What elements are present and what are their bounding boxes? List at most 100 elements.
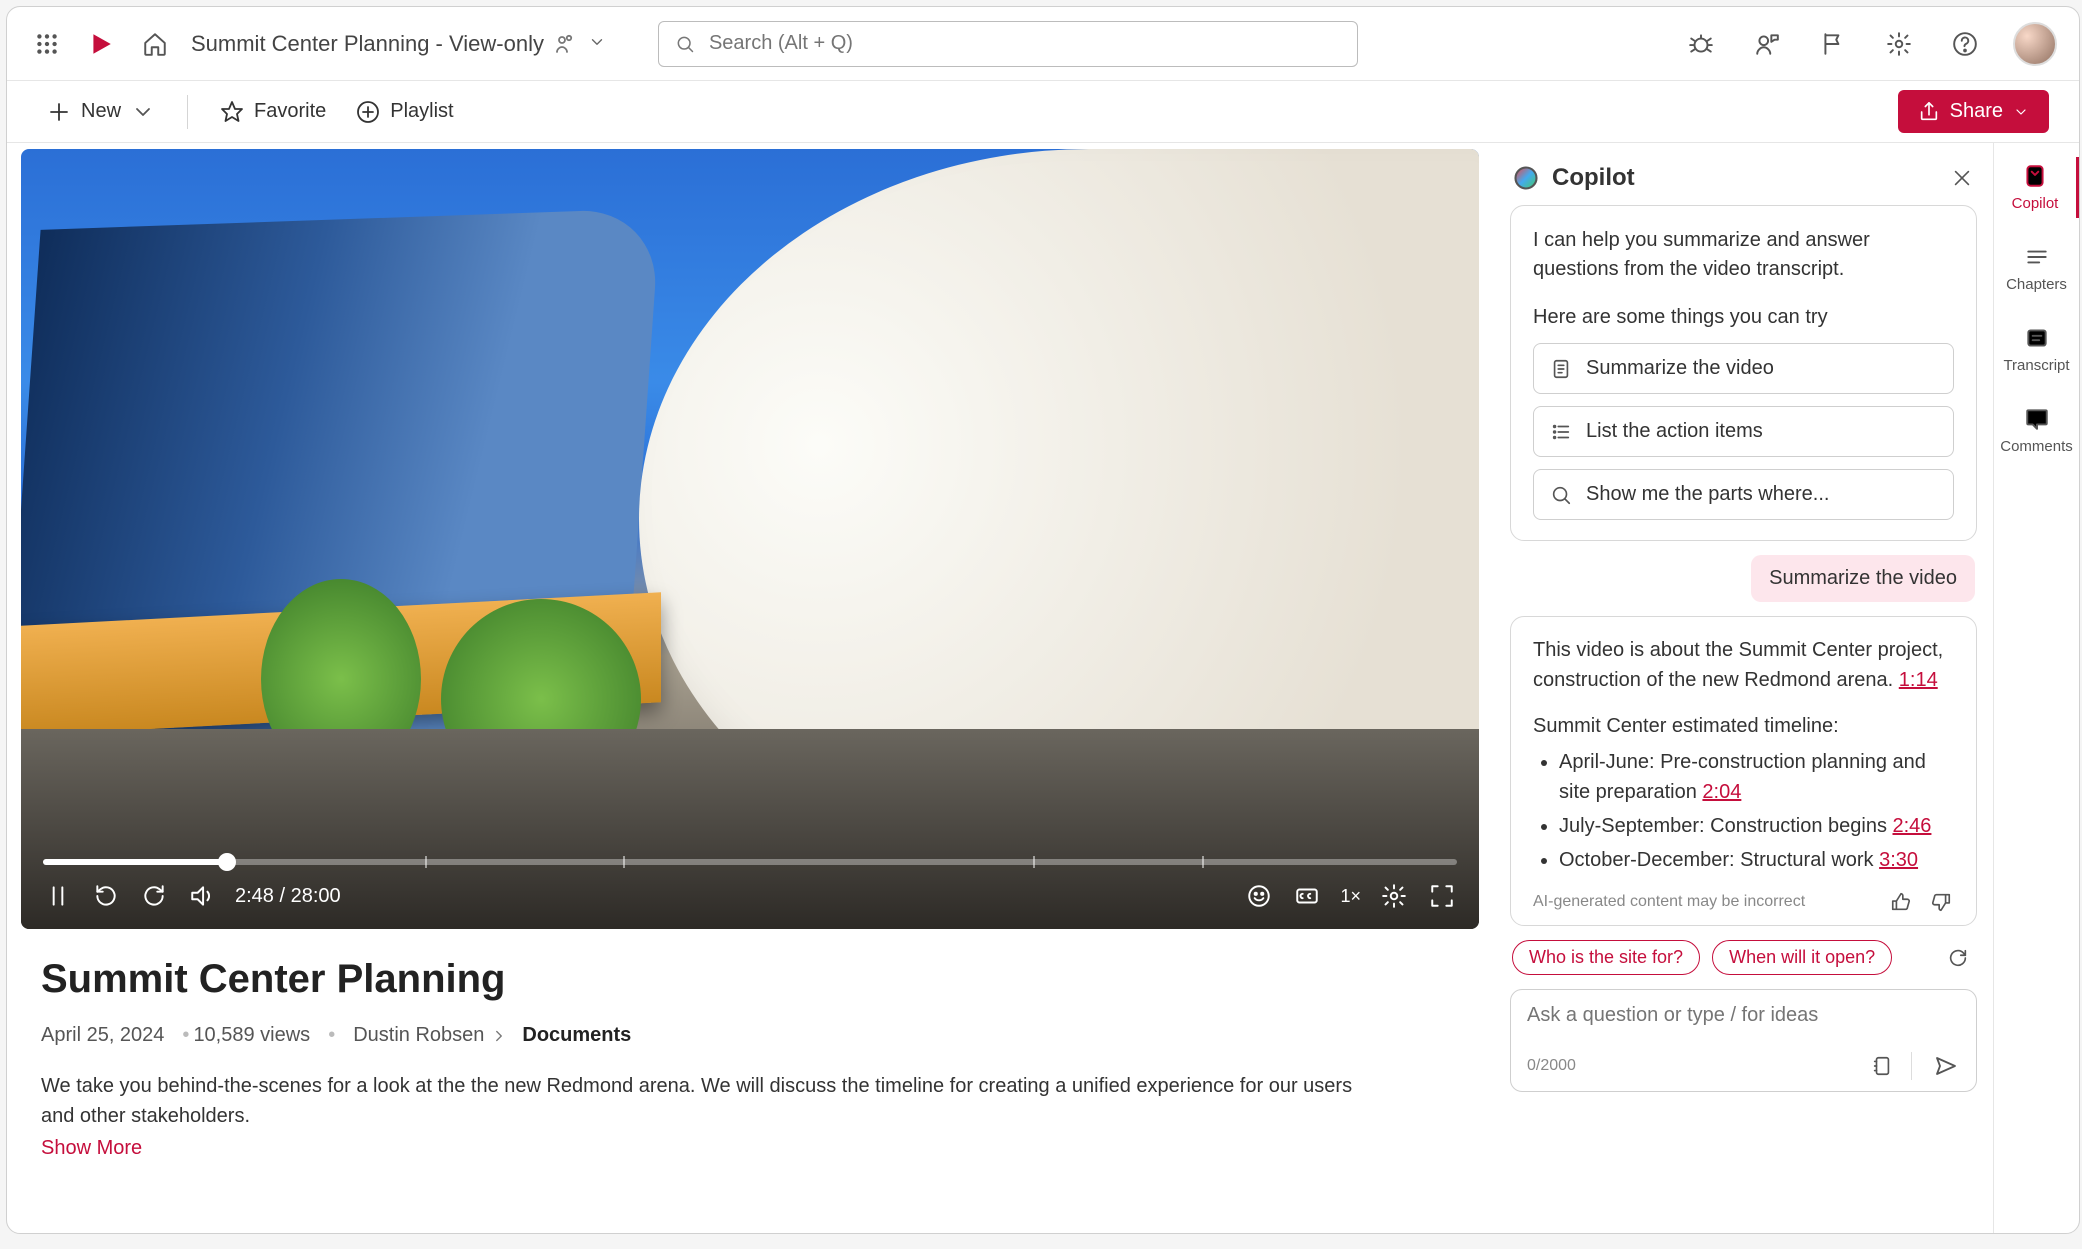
stream-app-icon[interactable] (83, 26, 119, 62)
thumbs-down-icon[interactable] (1928, 889, 1954, 915)
share-label: Share (1950, 100, 2003, 123)
skip-back-10-icon[interactable] (91, 881, 121, 911)
new-button[interactable]: New (37, 94, 165, 130)
rail-tab-comments[interactable]: Comments (1994, 400, 2079, 461)
new-label: New (81, 100, 121, 123)
copilot-panel: Copilot I can help you summarize and ans… (1493, 143, 1993, 1233)
timestamp-link[interactable]: 3:30 (1879, 849, 1918, 871)
copilot-subhead: Here are some things you can try (1533, 306, 1954, 329)
copilot-ask-box[interactable]: 0/2000 (1510, 989, 1977, 1092)
help-icon[interactable] (1947, 26, 1983, 62)
show-more-link[interactable]: Show More (41, 1137, 1459, 1160)
favorite-label: Favorite (254, 100, 326, 123)
main-area: 2:48 / 28:00 1× Summit Center Planning A… (7, 143, 2079, 1233)
content-column: 2:48 / 28:00 1× Summit Center Planning A… (7, 143, 1493, 1233)
ai-disclaimer: AI-generated content may be incorrect (1533, 890, 1874, 914)
home-icon[interactable] (137, 26, 173, 62)
app-window: Summit Center Planning - View-only New (6, 6, 2080, 1234)
progress-bar[interactable] (43, 859, 1457, 865)
suggestion-summarize-label: Summarize the video (1586, 357, 1774, 380)
player-settings-icon[interactable] (1379, 881, 1409, 911)
search-input[interactable] (709, 32, 1341, 55)
suggestion-show-parts[interactable]: Show me the parts where... (1533, 469, 1954, 520)
copilot-title: Copilot (1552, 164, 1635, 192)
timeline-item: October-December: Structural work 3:30 (1559, 845, 1954, 875)
timestamp-link[interactable]: 2:04 (1702, 781, 1741, 803)
video-date: April 25, 2024 (41, 1024, 164, 1047)
user-message-bubble: Summarize the video (1751, 555, 1975, 602)
player-controls: 2:48 / 28:00 1× (21, 845, 1479, 929)
reactions-icon[interactable] (1244, 881, 1274, 911)
title-chevron-down-icon[interactable] (588, 31, 606, 57)
thumbs-up-icon[interactable] (1888, 889, 1914, 915)
timeline-item-text: April-June: Pre-construction planning an… (1559, 751, 1926, 803)
video-author: Dustin Robsen (353, 1024, 484, 1047)
refresh-suggestions-icon[interactable] (1941, 941, 1975, 975)
suggestion-action-items[interactable]: List the action items (1533, 406, 1954, 457)
rail-tab-transcript-label: Transcript (2003, 357, 2069, 374)
followup-chips: Who is the site for? When will it open? (1512, 940, 1975, 975)
breadcrumb-documents[interactable]: Documents (522, 1024, 631, 1047)
timeline-item: April-June: Pre-construction planning an… (1559, 747, 1954, 807)
progress-thumb[interactable] (218, 853, 236, 871)
playlist-label: Playlist (390, 100, 453, 123)
command-bar: New Favorite Playlist Share (7, 81, 2079, 143)
bug-icon[interactable] (1683, 26, 1719, 62)
video-description: We take you behind-the-scenes for a look… (41, 1071, 1361, 1131)
search-icon (675, 34, 695, 54)
playback-speed[interactable]: 1× (1340, 886, 1361, 907)
response-footer: AI-generated content may be incorrect (1533, 889, 1954, 915)
rail-tab-copilot-label: Copilot (2012, 195, 2059, 212)
suggestion-summarize[interactable]: Summarize the video (1533, 343, 1954, 394)
favorite-button[interactable]: Favorite (210, 94, 336, 130)
chip-who-site-for[interactable]: Who is the site for? (1512, 940, 1700, 975)
video-player[interactable]: 2:48 / 28:00 1× (21, 149, 1479, 929)
settings-gear-icon[interactable] (1881, 26, 1917, 62)
app-launcher-icon[interactable] (29, 26, 65, 62)
skip-forward-10-icon[interactable] (139, 881, 169, 911)
char-count: 0/2000 (1527, 1057, 1576, 1075)
captions-icon[interactable] (1292, 881, 1322, 911)
timestamp-link[interactable]: 1:14 (1899, 669, 1938, 691)
video-author-link[interactable]: Dustin Robsen (353, 1024, 508, 1047)
rail-tab-transcript[interactable]: Transcript (1994, 319, 2079, 380)
rail-tab-comments-label: Comments (2000, 438, 2073, 455)
top-app-bar: Summit Center Planning - View-only (7, 7, 2079, 81)
person-feedback-icon[interactable] (1749, 26, 1785, 62)
player-time: 2:48 / 28:00 (235, 885, 341, 908)
document-title-area: Summit Center Planning - View-only (191, 31, 606, 57)
copilot-ask-input[interactable] (1527, 1004, 1960, 1027)
chip-when-open[interactable]: When will it open? (1712, 940, 1892, 975)
timeline-item: July-September: Construction begins 2:46 (1559, 811, 1954, 841)
rail-tab-chapters[interactable]: Chapters (1994, 238, 2079, 299)
video-views: 10,589 views (178, 1024, 310, 1047)
response-timeline-head: Summit Center estimated timeline: (1533, 711, 1954, 741)
response-timeline-list: April-June: Pre-construction planning an… (1537, 747, 1954, 875)
fullscreen-icon[interactable] (1427, 881, 1457, 911)
shared-with-icon[interactable] (554, 32, 578, 56)
video-metadata: Summit Center Planning April 25, 2024 10… (7, 929, 1493, 1160)
search-box[interactable] (658, 21, 1358, 67)
pause-icon[interactable] (43, 881, 73, 911)
divider (187, 95, 188, 129)
right-tab-rail: Copilot Chapters Transcript Comments (1993, 143, 2079, 1233)
copilot-intro-text: I can help you summarize and answer ques… (1533, 226, 1954, 284)
video-meta-row: April 25, 2024 10,589 views Dustin Robse… (41, 1024, 1459, 1047)
volume-icon[interactable] (187, 881, 217, 911)
notebook-icon[interactable] (1867, 1051, 1897, 1081)
send-icon[interactable] (1930, 1051, 1960, 1081)
copilot-header: Copilot (1510, 157, 1977, 205)
timeline-item-text: July-September: Construction begins (1559, 815, 1893, 837)
rail-tab-copilot[interactable]: Copilot (1994, 157, 2079, 218)
flag-icon[interactable] (1815, 26, 1851, 62)
progress-fill (43, 859, 227, 865)
top-right-tools (1683, 22, 2057, 66)
playlist-button[interactable]: Playlist (346, 94, 463, 130)
share-button[interactable]: Share (1898, 90, 2049, 133)
copilot-logo-icon (1512, 164, 1540, 192)
close-icon[interactable] (1947, 163, 1977, 193)
chevron-down-icon (2013, 104, 2029, 120)
response-lead: This video is about the Summit Center pr… (1533, 635, 1954, 695)
timestamp-link[interactable]: 2:46 (1893, 815, 1932, 837)
user-avatar[interactable] (2013, 22, 2057, 66)
